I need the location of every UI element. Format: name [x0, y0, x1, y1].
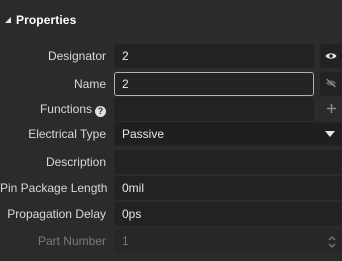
plus-icon — [326, 100, 336, 118]
help-icon[interactable]: ? — [95, 106, 106, 117]
name-label: Name — [73, 77, 106, 91]
pin-package-length-label: Pin Package Length — [0, 181, 108, 195]
electrical-type-select[interactable]: Passive — [114, 122, 342, 146]
triangle-down-icon[interactable] — [2, 14, 14, 26]
pin-package-length-field[interactable]: 0mil — [114, 176, 342, 200]
designator-visibility-button[interactable] — [320, 44, 342, 68]
propagation-delay-field[interactable]: 0ps — [114, 202, 342, 226]
designator-label: Designator — [47, 49, 106, 63]
propagation-delay-label: Propagation Delay — [7, 207, 106, 221]
electrical-type-value: Passive — [122, 127, 165, 141]
add-function-button[interactable] — [320, 97, 342, 121]
pin-package-length-row: Pin Package Length 0mil — [0, 176, 342, 200]
designator-field[interactable]: 2 — [114, 44, 314, 68]
description-row: Description — [0, 150, 342, 174]
designator-row: Designator 2 — [0, 44, 342, 68]
part-number-value: 1 — [122, 234, 129, 248]
properties-header[interactable]: Properties — [0, 0, 342, 40]
functions-label-text: Functions — [39, 102, 92, 116]
name-row: Name 2 — [0, 72, 342, 96]
part-number-field: 1 — [114, 229, 342, 253]
properties-title: Properties — [16, 13, 77, 27]
propagation-delay-row: Propagation Delay 0ps — [0, 202, 342, 226]
caret-down-icon — [325, 131, 335, 137]
electrical-type-label: Electrical Type — [28, 127, 106, 141]
functions-field[interactable] — [114, 97, 314, 121]
electrical-type-row: Electrical Type Passive — [0, 122, 342, 146]
part-number-label: Part Number — [37, 234, 106, 248]
description-label: Description — [45, 155, 106, 169]
properties-panel: Properties Designator 2 Name 2 Functions… — [0, 0, 342, 261]
name-visibility-button[interactable] — [320, 72, 342, 96]
description-field[interactable] — [114, 150, 342, 174]
functions-label: Functions? — [0, 97, 106, 121]
functions-row: Functions? — [0, 97, 342, 121]
part-number-row: Part Number 1 — [0, 229, 342, 253]
eye-icon — [325, 47, 337, 65]
name-field[interactable]: 2 — [114, 72, 314, 96]
eye-slash-icon — [325, 75, 337, 93]
spin-stepper-icon — [327, 233, 337, 251]
